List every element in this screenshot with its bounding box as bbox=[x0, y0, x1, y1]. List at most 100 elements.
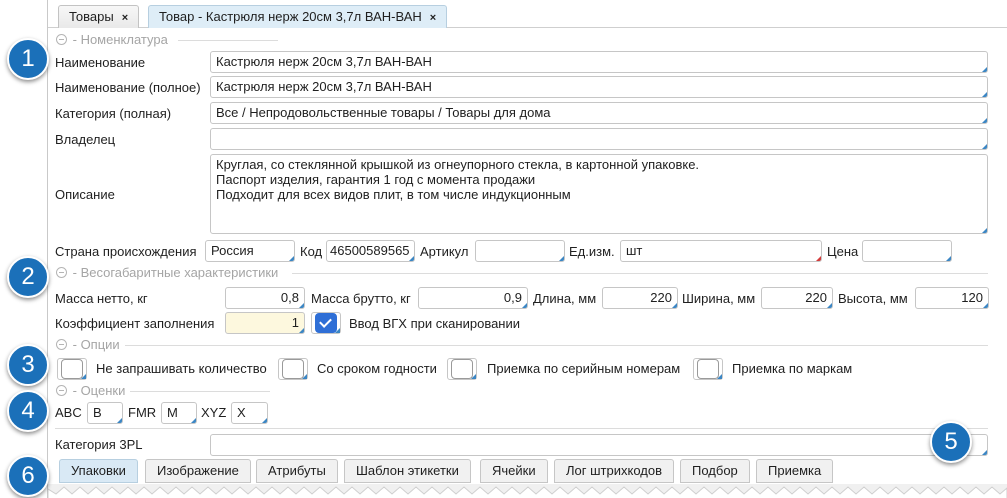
expiry-label: Со сроком годности bbox=[317, 361, 437, 376]
section-title: Оценки bbox=[80, 383, 126, 398]
tab-label: Товар - Кастрюля нерж 20см 3,7л ВАН-ВАН bbox=[159, 9, 422, 24]
left-border bbox=[47, 0, 48, 498]
full-name-field[interactable]: Кастрюля нерж 20см 3,7л ВАН-ВАН bbox=[210, 76, 988, 98]
section-title: Номенклатура bbox=[80, 32, 168, 47]
option-checkbox-wrap bbox=[278, 358, 308, 380]
callout-badge-3: 3 bbox=[7, 344, 49, 386]
unit-label: Ед.изм. bbox=[569, 244, 615, 259]
description-line: Круглая, со стеклянной крышкой из огнеуп… bbox=[216, 157, 700, 172]
length-label: Длина, мм bbox=[533, 291, 597, 306]
price-label: Цена bbox=[827, 244, 859, 259]
no-quantity-label: Не запрашивать количество bbox=[96, 361, 267, 376]
net-weight-field[interactable]: 0,8 bbox=[225, 287, 305, 309]
scan-vgh-checkbox-wrap bbox=[311, 312, 341, 334]
width-label: Ширина, мм bbox=[682, 291, 756, 306]
serial-label: Приемка по серийным номерам bbox=[487, 361, 681, 376]
xyz-field[interactable]: X bbox=[231, 402, 268, 424]
expiry-checkbox[interactable] bbox=[282, 359, 304, 379]
tab-product-card[interactable]: Товар - Кастрюля нерж 20см 3,7л ВАН-ВАН × bbox=[148, 5, 448, 28]
category-3pl-label: Категория 3PL bbox=[55, 437, 143, 452]
section-nomenclature[interactable]: - Номенклатура bbox=[56, 32, 168, 48]
description-label: Описание bbox=[55, 187, 115, 202]
abc-label: ABC bbox=[55, 405, 82, 420]
fill-factor-label: Коэффициент заполнения bbox=[55, 316, 215, 331]
price-field[interactable] bbox=[862, 240, 952, 262]
marks-label: Приемка по маркам bbox=[732, 361, 853, 376]
no-quantity-checkbox[interactable] bbox=[61, 359, 83, 379]
torn-edge-graphic bbox=[48, 486, 1007, 498]
collapse-icon[interactable] bbox=[56, 339, 67, 350]
section-divider bbox=[130, 391, 270, 392]
tab-barcode-log[interactable]: Лог штрихкодов bbox=[554, 459, 674, 483]
description-line: Паспорт изделия, гарантия 1 год с момент… bbox=[216, 172, 536, 187]
name-label: Наименование bbox=[55, 55, 146, 70]
tab-attributes[interactable]: Атрибуты bbox=[256, 459, 338, 483]
close-icon[interactable]: × bbox=[122, 12, 128, 24]
net-weight-label: Масса нетто, кг bbox=[55, 291, 148, 306]
section-dimensions[interactable]: - Весогабаритные характеристики bbox=[56, 265, 278, 281]
description-field[interactable]: Круглая, со стеклянной крышкой из огнеуп… bbox=[210, 154, 988, 234]
description-line: Подходит для всех видов плит, в том числ… bbox=[216, 187, 571, 202]
checkmark-icon bbox=[319, 315, 332, 328]
torn-edge bbox=[48, 484, 1007, 498]
fmr-label: FMR bbox=[128, 405, 157, 420]
tab-label-template[interactable]: Шаблон этикетки bbox=[344, 459, 471, 483]
abc-field[interactable]: B bbox=[87, 402, 123, 424]
serial-checkbox[interactable] bbox=[451, 359, 473, 379]
width-field[interactable]: 220 bbox=[761, 287, 833, 309]
article-field[interactable] bbox=[475, 240, 565, 262]
close-icon[interactable]: × bbox=[430, 12, 436, 24]
option-checkbox-wrap bbox=[57, 358, 87, 380]
section-options[interactable]: - Опции bbox=[56, 337, 120, 353]
collapse-icon[interactable] bbox=[56, 385, 67, 396]
collapse-icon[interactable] bbox=[56, 267, 67, 278]
section-ratings[interactable]: - Оценки bbox=[56, 383, 125, 399]
gross-weight-field[interactable]: 0,9 bbox=[418, 287, 528, 309]
collapse-icon[interactable] bbox=[56, 34, 67, 45]
callout-badge-5: 5 bbox=[930, 421, 972, 463]
fill-factor-field[interactable]: 1 bbox=[225, 312, 305, 334]
scan-vgh-label: Ввод ВГХ при сканировании bbox=[349, 316, 521, 331]
document-tabs: Товары × Товар - Кастрюля нерж 20см 3,7л … bbox=[48, 0, 1007, 28]
tab-cells[interactable]: Ячейки bbox=[480, 459, 548, 483]
full-name-label: Наименование (полное) bbox=[55, 80, 201, 95]
code-label: Код bbox=[300, 244, 323, 259]
length-field[interactable]: 220 bbox=[602, 287, 678, 309]
tab-image[interactable]: Изображение bbox=[145, 459, 251, 483]
name-field[interactable]: Кастрюля нерж 20см 3,7л ВАН-ВАН bbox=[210, 51, 988, 73]
section-divider bbox=[55, 428, 988, 429]
tab-packages[interactable]: Упаковки bbox=[59, 459, 138, 483]
scan-vgh-checkbox[interactable] bbox=[315, 313, 337, 333]
height-field[interactable]: 120 bbox=[915, 287, 989, 309]
country-field[interactable]: Россия bbox=[205, 240, 295, 262]
marks-checkbox[interactable] bbox=[697, 359, 719, 379]
fmr-field[interactable]: M bbox=[161, 402, 197, 424]
section-divider bbox=[125, 345, 988, 346]
callout-badge-2: 2 bbox=[7, 256, 49, 298]
code-field[interactable]: 46500589565 bbox=[326, 240, 415, 262]
section-divider bbox=[292, 273, 988, 274]
gross-weight-label: Масса брутто, кг bbox=[311, 291, 411, 306]
category-3pl-field[interactable] bbox=[210, 434, 988, 456]
option-checkbox-wrap bbox=[693, 358, 723, 380]
option-checkbox-wrap bbox=[447, 358, 477, 380]
tab-products[interactable]: Товары × bbox=[58, 5, 140, 28]
category-label: Категория (полная) bbox=[55, 106, 172, 121]
section-title: Опции bbox=[80, 337, 120, 352]
height-label: Высота, мм bbox=[838, 291, 908, 306]
section-divider bbox=[178, 40, 278, 41]
unit-field[interactable]: шт bbox=[620, 240, 822, 262]
callout-badge-6: 6 bbox=[7, 455, 49, 497]
xyz-label: XYZ bbox=[201, 405, 227, 420]
category-field[interactable]: Все / Непродовольственные товары / Товар… bbox=[210, 102, 988, 124]
callout-badge-1: 1 bbox=[7, 38, 49, 80]
owner-field[interactable] bbox=[210, 128, 988, 150]
tab-label: Товары bbox=[69, 9, 114, 24]
country-label: Страна происхождения bbox=[55, 244, 197, 259]
tab-receiving[interactable]: Приемка bbox=[756, 459, 834, 483]
tab-picking[interactable]: Подбор bbox=[680, 459, 750, 483]
owner-label: Владелец bbox=[55, 132, 116, 147]
callout-badge-4: 4 bbox=[7, 390, 49, 432]
section-title: Весогабаритные характеристики bbox=[80, 265, 279, 280]
article-label: Артикул bbox=[420, 244, 469, 259]
